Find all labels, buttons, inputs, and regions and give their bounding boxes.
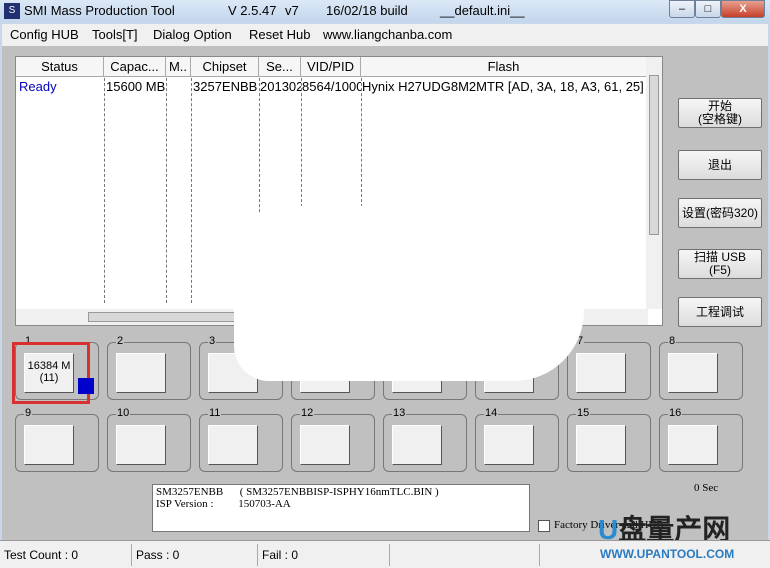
- port-slot-7[interactable]: 7: [567, 335, 651, 400]
- port-number: 16: [668, 407, 683, 419]
- menu-website[interactable]: www.liangchanba.com: [323, 27, 452, 42]
- exit-button[interactable]: 退出: [678, 150, 762, 180]
- port-number: 14: [484, 407, 499, 419]
- port-number: 12: [300, 407, 315, 419]
- vertical-scrollbar[interactable]: [646, 57, 662, 309]
- settings-button[interactable]: 设置(密码320): [678, 198, 762, 228]
- test-count: Test Count : 0: [0, 544, 132, 566]
- highlight-box: [12, 342, 90, 404]
- row-flash: Hynix H27UDG8M2MTR [AD, 3A, 18, A3, 61, …: [362, 79, 644, 94]
- port-slot-16[interactable]: 16: [659, 407, 743, 472]
- menu-config-hub[interactable]: Config HUB: [10, 27, 79, 42]
- title-bar: S SMI Mass Production Tool V 2.5.47 v7 1…: [0, 0, 770, 22]
- minimize-icon[interactable]: –: [669, 0, 695, 18]
- port-slot-15[interactable]: 15: [567, 407, 651, 472]
- port-number: 13: [392, 407, 407, 419]
- scan-usb-button[interactable]: 扫描 USB (F5): [678, 249, 762, 279]
- timer: 0 Sec: [694, 482, 719, 494]
- row-chipset: 3257ENBB: [193, 79, 258, 94]
- port-number: 2: [116, 335, 125, 347]
- pass-count: Pass : 0: [132, 544, 258, 566]
- status-pane-4: [390, 544, 540, 566]
- port-number: 10: [116, 407, 131, 419]
- port-number: 8: [668, 335, 677, 347]
- col-m[interactable]: M..: [166, 57, 191, 77]
- version: V 2.5.47: [228, 3, 277, 18]
- port-status[interactable]: [116, 353, 166, 393]
- port-status[interactable]: [300, 425, 350, 465]
- engineering-button[interactable]: 工程调试: [678, 297, 762, 327]
- build-date: 16/02/18 build: [326, 3, 408, 18]
- chip-info-line1: SM3257ENBB ( SM3257ENBBISP-ISPHY16nmTLC.…: [156, 486, 439, 498]
- col-capacity[interactable]: Capac...: [104, 57, 166, 77]
- col-serial[interactable]: Se...: [259, 57, 301, 77]
- port-status[interactable]: [576, 353, 626, 393]
- port-slot-11[interactable]: 11: [199, 407, 283, 472]
- menu-reset-hub[interactable]: Reset Hub: [249, 27, 310, 42]
- app-icon: S: [4, 3, 20, 19]
- port-status[interactable]: [24, 425, 74, 465]
- port-number: 3: [208, 335, 217, 347]
- factory-driver-checkbox[interactable]: [538, 520, 550, 532]
- row-capacity: 15600 MB: [106, 79, 166, 94]
- port-slot-12[interactable]: 12: [291, 407, 375, 472]
- col-chipset[interactable]: Chipset: [191, 57, 259, 77]
- port-slot-13[interactable]: 13: [383, 407, 467, 472]
- port-status[interactable]: [668, 353, 718, 393]
- app-title: SMI Mass Production Tool: [24, 3, 175, 18]
- row-serial: 201302: [260, 79, 301, 94]
- start-label: 开始 (空格键): [698, 99, 742, 126]
- port-status[interactable]: [392, 425, 442, 465]
- port-indicator: [78, 378, 94, 394]
- port-status[interactable]: [208, 425, 258, 465]
- col-status[interactable]: Status: [16, 57, 104, 77]
- port-status[interactable]: [484, 425, 534, 465]
- redaction-blob: [234, 206, 584, 381]
- isp-version-line: ISP Version : 150703-AA: [156, 498, 291, 510]
- close-icon[interactable]: X: [721, 0, 765, 18]
- port-status[interactable]: [576, 425, 626, 465]
- variant: v7: [285, 3, 299, 18]
- port-status[interactable]: [116, 425, 166, 465]
- chip-info-box: SM3257ENBB ( SM3257ENBBISP-ISPHY16nmTLC.…: [152, 484, 530, 532]
- row-vidpid: 8564/1000: [302, 79, 361, 94]
- watermark-url: WWW.UPANTOOL.COM: [600, 547, 735, 561]
- start-button[interactable]: 开始 (空格键): [678, 98, 762, 128]
- port-status[interactable]: [668, 425, 718, 465]
- fail-count: Fail : 0: [258, 544, 390, 566]
- main-panel: Status Capac... M.. Chipset Se... VID/PI…: [2, 46, 768, 540]
- row-status: Ready: [19, 79, 57, 94]
- menu-dialog-option[interactable]: Dialog Option: [153, 27, 232, 42]
- port-slot-2[interactable]: 2: [107, 335, 191, 400]
- menu-tools[interactable]: Tools[T]: [92, 27, 138, 42]
- port-number: 11: [208, 407, 222, 419]
- ini-file: __default.ini__: [440, 3, 525, 18]
- port-slot-9[interactable]: 9: [15, 407, 99, 472]
- maximize-icon[interactable]: □: [695, 0, 721, 18]
- port-slot-14[interactable]: 14: [475, 407, 559, 472]
- col-vidpid[interactable]: VID/PID: [301, 57, 361, 77]
- port-number: 15: [576, 407, 591, 419]
- scan-label: 扫描 USB (F5): [693, 250, 746, 277]
- port-number: 9: [24, 407, 33, 419]
- menu-bar: Config HUB Tools[T] Dialog Option Reset …: [2, 24, 768, 46]
- col-flash[interactable]: Flash: [361, 57, 647, 77]
- port-slot-10[interactable]: 10: [107, 407, 191, 472]
- port-slot-8[interactable]: 8: [659, 335, 743, 400]
- status-bar: Test Count : 0 Pass : 0 Fail : 0 WWW.UPA…: [0, 540, 770, 568]
